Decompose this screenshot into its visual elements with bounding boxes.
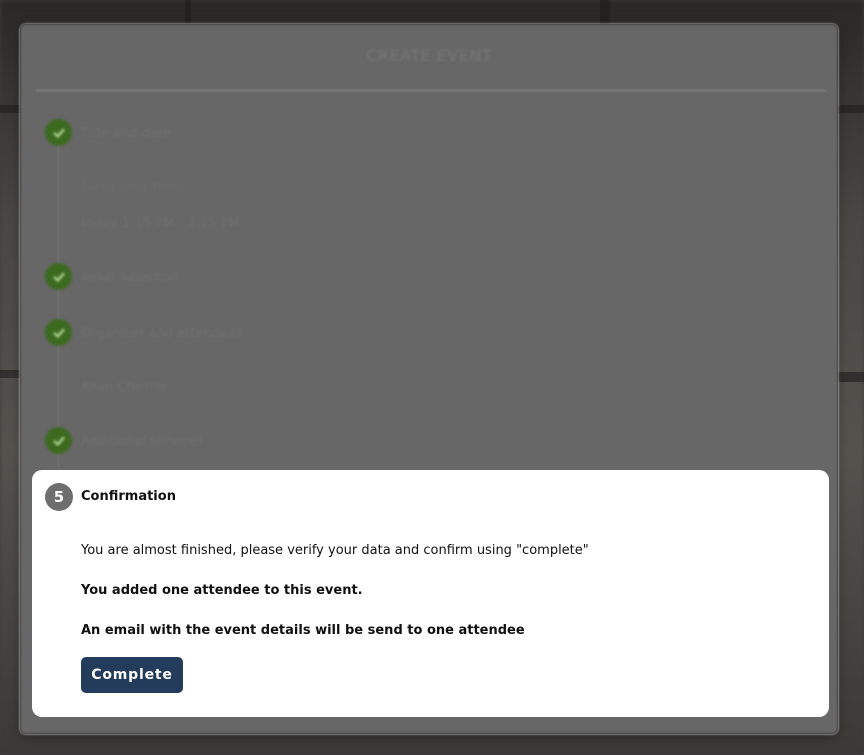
confirmation-instruction: You are almost finished, please verify y…: [81, 543, 589, 558]
confirmation-title: Confirmation: [81, 489, 176, 504]
confirmation-panel: 5 Confirmation You are almost finished, …: [32, 470, 829, 717]
complete-button[interactable]: Complete: [81, 657, 183, 693]
step-2-label[interactable]: Asset selection: [81, 270, 179, 285]
background-line: [838, 105, 864, 113]
dialog-title: CREATE EVENT: [366, 46, 492, 65]
attendee-summary: You added one attendee to this event.: [81, 583, 363, 598]
check-icon: [53, 436, 64, 446]
step-3-detail-value: Allan Chester: [81, 380, 168, 395]
background-line: [0, 370, 20, 378]
step-1-label[interactable]: Title and date: [81, 126, 171, 141]
title-divider: [36, 90, 826, 91]
email-summary: An email with the event details will be …: [81, 623, 525, 638]
background-line: [0, 105, 20, 113]
step-2-check-icon: [45, 263, 72, 290]
check-icon: [53, 272, 64, 282]
step-3-label[interactable]: Organiser and attendees: [81, 326, 243, 341]
check-icon: [53, 128, 64, 138]
step-1-detail-heading: Date and time: [81, 180, 186, 195]
step-number-badge: 5: [45, 483, 73, 511]
step-1-check-icon: [45, 119, 72, 146]
background-line: [600, 0, 610, 24]
background-line: [185, 0, 191, 24]
check-icon: [53, 328, 64, 338]
step-3-check-icon: [45, 319, 72, 346]
step-4-label[interactable]: Additional services: [81, 434, 204, 449]
step-1-detail-value: today 1:15 PM - 2:15 PM: [81, 216, 240, 231]
background-line: [838, 372, 864, 382]
step-4-check-icon: [45, 427, 72, 454]
